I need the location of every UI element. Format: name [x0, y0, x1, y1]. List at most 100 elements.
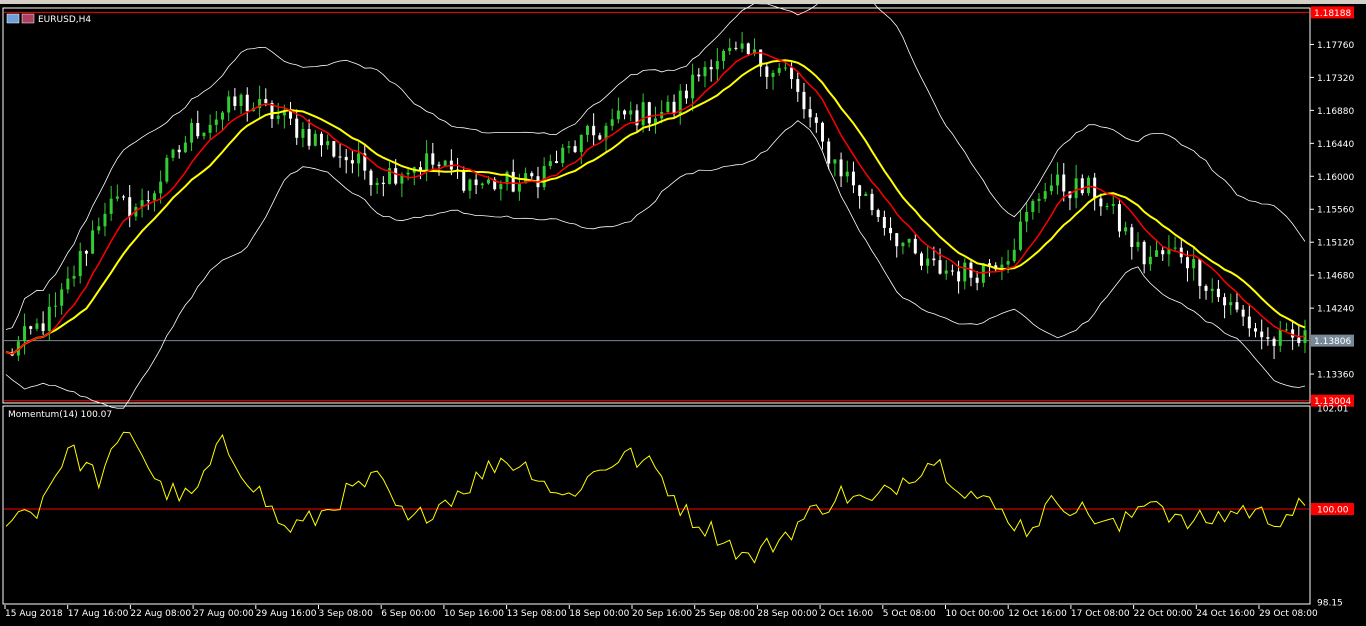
candle-body — [1173, 247, 1177, 249]
time-tick-label: 17 Oct 08:00 — [1071, 609, 1130, 619]
time-tick-label: 25 Sep 08:00 — [695, 609, 755, 619]
candle-body — [1111, 204, 1115, 206]
candle-body — [289, 111, 293, 119]
candle-body — [128, 197, 132, 217]
candle-body — [233, 96, 237, 106]
candle-body — [1284, 329, 1288, 331]
candle-body — [1247, 316, 1251, 329]
candle-body — [295, 118, 299, 138]
candle-body — [47, 306, 51, 331]
time-tick-label: 29 Aug 16:00 — [256, 609, 317, 619]
price-tick-label: 1.15120 — [1317, 239, 1354, 249]
candle-body — [313, 133, 317, 146]
chart-title-group: EURUSD,H4 — [6, 13, 91, 25]
candle-body — [91, 230, 95, 254]
candle-body — [1142, 241, 1146, 265]
time-tick-label: 29 Oct 08:00 — [1259, 609, 1318, 619]
candle-body — [1136, 241, 1140, 247]
candle-body — [548, 161, 552, 167]
candle-body — [703, 67, 707, 77]
candle-body — [1185, 257, 1189, 269]
candle-body — [1087, 177, 1090, 194]
candle-body — [913, 238, 917, 254]
candle-body — [542, 166, 546, 188]
candle-body — [1006, 261, 1010, 265]
candle-body — [511, 171, 515, 192]
price-tick-label: 1.17760 — [1317, 41, 1354, 51]
candle-body — [802, 91, 806, 110]
candle-body — [227, 96, 231, 113]
candle-body — [839, 159, 843, 177]
candle-body — [1049, 185, 1053, 192]
candle-body — [1198, 259, 1202, 286]
candle-body — [889, 227, 893, 234]
candle-body — [344, 156, 348, 161]
candle-body — [950, 270, 954, 272]
candle-body — [72, 276, 76, 279]
candle-body — [350, 160, 354, 164]
candle-body — [1018, 221, 1022, 250]
price-tick-label: 1.13360 — [1317, 371, 1354, 381]
candle-body — [864, 193, 868, 196]
candle-body — [369, 170, 373, 186]
candle-body — [957, 271, 961, 282]
candle-body — [919, 253, 923, 266]
candle-body — [672, 101, 676, 114]
price-axis: 1.17760 1.17320 1.16880 1.16440 1.16000 1.155… — [1310, 41, 1354, 381]
price-tag-label: 1.18188 — [1314, 9, 1351, 19]
momentum-panel-frame — [2, 405, 1311, 605]
time-tick-label: 28 Sep 00:00 — [757, 609, 817, 619]
price-tick-label: 1.16440 — [1317, 140, 1354, 150]
candle-body — [1229, 302, 1233, 306]
momentum-tick-label: 102.01 — [1317, 405, 1349, 415]
price-tick-label: 1.14680 — [1317, 272, 1354, 282]
candle-body — [882, 216, 886, 228]
candle-body — [332, 141, 336, 157]
time-tick-label: 15 Aug 2018 — [5, 609, 63, 619]
candle-body — [561, 147, 565, 164]
time-tick-label: 20 Sep 16:00 — [632, 609, 692, 619]
time-tick-label: 2 Oct 16:00 — [820, 609, 873, 619]
candle-body — [29, 326, 33, 329]
candle-body — [394, 168, 398, 184]
candle-body — [722, 50, 726, 62]
candle-body — [517, 183, 521, 192]
candle-body — [1278, 329, 1282, 346]
candle-body — [870, 193, 874, 211]
bollinger-upper-line — [5, 4, 1306, 330]
time-tick-label: 22 Aug 08:00 — [130, 609, 191, 619]
candle-body — [851, 171, 855, 186]
candle-body — [35, 323, 39, 329]
candle-body — [1025, 211, 1029, 222]
candle-body — [214, 119, 218, 125]
candle-body — [276, 115, 280, 119]
candle-body — [647, 102, 651, 124]
candle-body — [691, 74, 695, 99]
candle-body — [1124, 227, 1128, 232]
time-tick-label: 13 Sep 08:00 — [507, 609, 567, 619]
ma-slow-line — [5, 59, 1306, 355]
candle-body — [1216, 288, 1220, 298]
candle-body — [567, 146, 571, 148]
candle-body — [734, 47, 738, 49]
candle-body — [171, 149, 175, 158]
candle-body — [876, 210, 880, 217]
candle-body — [1117, 204, 1121, 232]
candle-body — [202, 132, 206, 137]
candle-body — [598, 135, 602, 140]
candle-body — [573, 146, 577, 153]
candle-body — [1297, 337, 1301, 344]
candle-body — [159, 181, 163, 194]
candle-body — [60, 289, 64, 306]
candle-body — [728, 47, 732, 51]
candle-body — [771, 72, 775, 77]
chart-canvas[interactable]: 1.17760 1.17320 1.16880 1.16440 1.16000 1.155… — [0, 4, 1366, 626]
candle-body — [697, 74, 701, 77]
candle-body — [783, 67, 787, 69]
candle-body — [944, 270, 948, 274]
candle-body — [1161, 250, 1165, 255]
candle-body — [152, 193, 156, 201]
price-tick-label: 1.17320 — [1317, 74, 1354, 84]
candle-body — [462, 170, 466, 191]
time-tick-label: 22 Oct 00:00 — [1134, 609, 1193, 619]
